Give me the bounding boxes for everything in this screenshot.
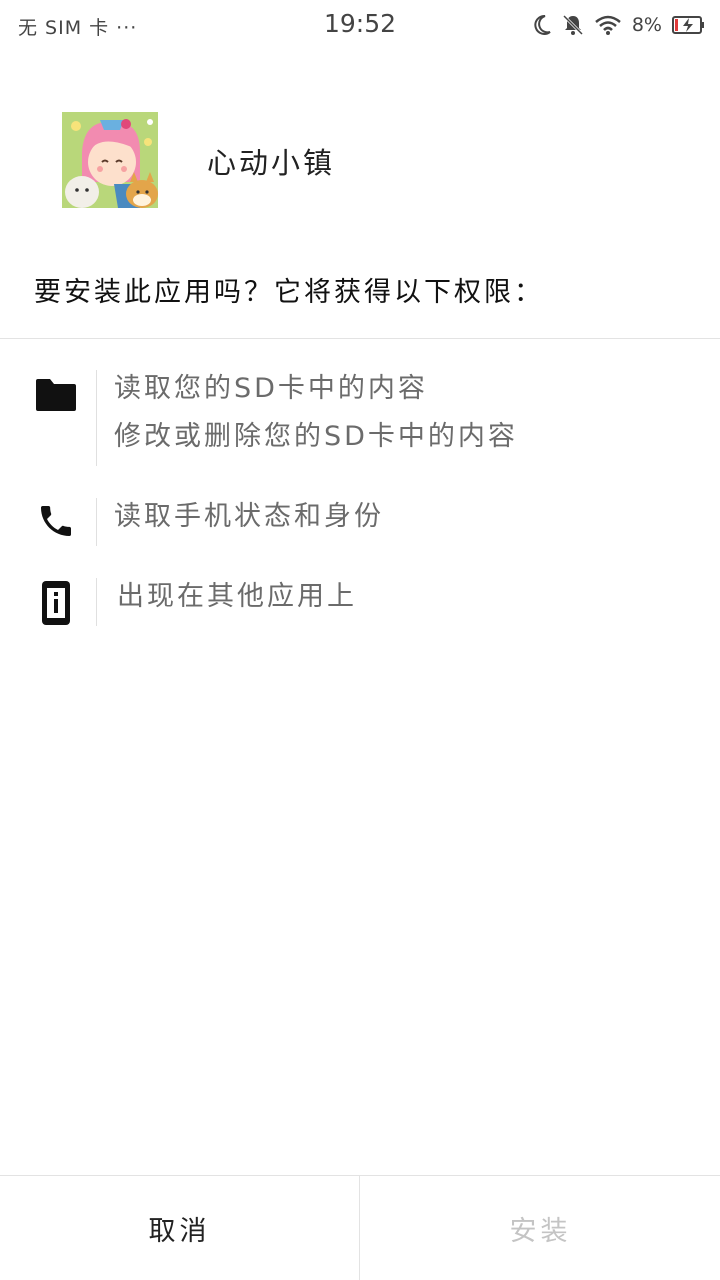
install-button[interactable]: 安装 [361, 1176, 720, 1280]
permission-line-read-sd: 读取您的SD卡中的内容 [114, 373, 428, 404]
folder-icon [34, 377, 78, 417]
permission-divider [96, 498, 97, 546]
cancel-button[interactable]: 取消 [0, 1176, 359, 1280]
permission-text: 读取您的SD卡中的内容 修改或删除您的SD卡中的内容 [114, 365, 518, 461]
status-bar: 无 SIM 卡 ··· 19:52 8% [0, 0, 720, 50]
divider [0, 338, 720, 339]
app-icon [62, 112, 158, 208]
permission-overlay: 出现在其他应用上 [0, 573, 720, 629]
moon-icon [532, 14, 552, 36]
overlay-icon [40, 579, 72, 631]
permission-phone: 读取手机状态和身份 [0, 493, 720, 549]
battery-charging-icon [672, 15, 706, 35]
battery-percent: 8% [631, 14, 662, 36]
wifi-icon [594, 14, 622, 36]
permission-line-modify-sd: 修改或删除您的SD卡中的内容 [114, 421, 518, 452]
status-icons: 8% [532, 12, 706, 38]
permission-divider [96, 370, 97, 466]
permission-storage: 读取您的SD卡中的内容 修改或删除您的SD卡中的内容 [0, 365, 720, 466]
permission-line-phone-state: 读取手机状态和身份 [114, 501, 384, 532]
button-separator [359, 1176, 360, 1280]
phone-icon [36, 501, 76, 545]
permission-divider [96, 578, 97, 626]
app-name: 心动小镇 [207, 146, 336, 180]
mute-bell-icon [562, 14, 584, 36]
install-prompt: 要安装此应用吗？它将获得以下权限： [34, 277, 544, 308]
permission-line-overlay: 出现在其他应用上 [117, 581, 357, 612]
